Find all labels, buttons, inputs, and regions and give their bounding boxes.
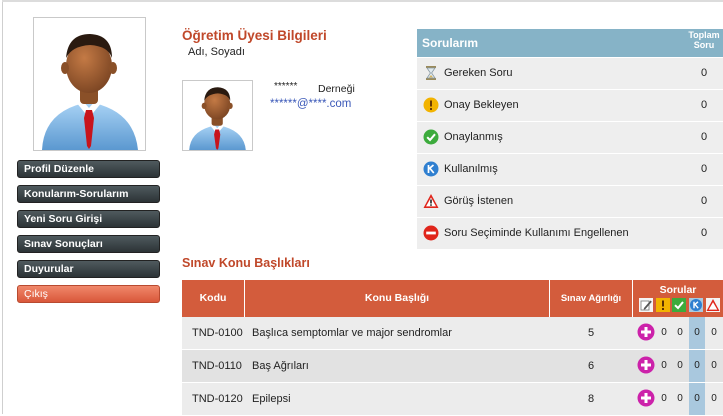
question-status-row[interactable]: Görüş İstenen 0 [417,185,723,217]
menu-item-profile-edit[interactable]: Profil Düzenle [17,160,160,178]
questions-panel-header: Sorularım Toplam Soru [417,29,723,57]
status-count: 0 [700,99,708,111]
table-row[interactable]: TND-0100 Başlıca semptomlar ve major sen… [182,317,723,350]
status-label: Onay Bekleyen [444,99,519,111]
topic-title: Başlıca semptomlar ve major sendromlar [252,327,452,339]
warning-icon [706,298,720,312]
add-question-icon[interactable] [637,389,655,407]
topic-code: TND-0110 [192,360,242,372]
status-count: 0 [700,67,708,79]
status-count: 0 [700,131,708,143]
checkmark-icon [423,129,439,145]
topic-weight: 5 [587,327,595,339]
question-status-row[interactable]: Soru Seçiminde Kullanımı Engellenen 0 [417,217,723,249]
no-entry-icon [423,225,439,241]
teacher-info-title: Öğretim Üyesi Bilgileri [182,28,327,43]
status-label: Onaylanmış [444,131,503,143]
topic-code: TND-0120 [192,393,243,405]
teacher-email[interactable]: ******@****.com [270,98,351,110]
review-count: 0 [711,393,717,404]
question-status-row[interactable]: Kullanılmış 0 [417,153,723,185]
question-status-row[interactable]: Onay Bekleyen 0 [417,89,723,121]
checkmark-icon [672,298,686,312]
status-label: Gereken Soru [444,67,513,79]
status-count: 0 [700,163,708,175]
question-status-row[interactable]: Gereken Soru 0 [417,57,723,89]
review-count: 0 [711,327,717,338]
exam-topics-table: Kodu Konu Başlığı Sınav Ağırlığı Sorular [182,280,723,416]
menu-item-new-question[interactable]: Yeni Soru Girişi [17,210,160,228]
column-header-weight[interactable]: Sınav Ağırlığı [550,280,632,317]
teacher-name-label: Adı, Soyadı [188,46,245,58]
profile-avatar-small [182,80,253,151]
pending-count: 0 [661,393,667,404]
used-count: 0 [694,360,700,371]
questions-panel-title: Sorularım [422,36,479,50]
warning-icon [423,194,439,208]
topic-title: Baş Ağrıları [252,360,309,372]
hourglass-icon [426,66,436,80]
column-header-topic[interactable]: Konu Başlığı [245,280,549,317]
edit-note-icon [639,298,653,312]
approved-count: 0 [677,360,683,371]
approved-count: 0 [677,393,683,404]
sidebar-menu: Profil Düzenle Konularım-Sorularım Yeni … [17,160,160,310]
frame-border-left [2,0,3,414]
column-header-code[interactable]: Kodu [182,280,244,317]
add-question-icon[interactable] [637,323,655,341]
status-count: 0 [700,195,708,207]
add-question-icon[interactable] [637,356,655,374]
menu-item-announcements[interactable]: Duyurular [17,260,160,278]
used-count: 0 [694,393,700,404]
total-questions-header: Toplam Soru [688,30,720,50]
frame-border-top [2,0,723,2]
status-label: Kullanılmış [444,163,498,175]
status-label: Soru Seçiminde Kullanımı Engellenen [444,227,629,239]
status-label: Görüş İstenen [444,195,514,207]
teacher-name-value: ****** [274,81,298,92]
pending-count: 0 [661,360,667,371]
topic-weight: 6 [587,360,595,372]
pending-count: 0 [661,327,667,338]
review-count: 0 [711,360,717,371]
used-count: 0 [694,327,700,338]
k-badge-icon [689,298,703,312]
table-row[interactable]: TND-0120 Epilepsi 8 0 0 0 0 [182,383,723,416]
logout-button[interactable]: Çıkış [17,285,160,303]
topic-weight: 8 [587,393,595,405]
status-count: 0 [700,227,708,239]
exclamation-icon [656,298,670,312]
table-row[interactable]: TND-0110 Baş Ağrıları 6 0 0 0 0 [182,350,723,383]
teacher-association: Derneği [318,83,355,95]
topic-code: TND-0100 [192,327,243,339]
question-status-row[interactable]: Onaylanmış 0 [417,121,723,153]
menu-item-topics-questions[interactable]: Konularım-Sorularım [17,185,160,203]
table-header: Kodu Konu Başlığı Sınav Ağırlığı Sorular [182,280,723,317]
questions-column-caption: Sorular [659,284,697,296]
k-badge-icon [423,161,439,177]
my-questions-panel: Sorularım Toplam Soru Gereken Soru 0 Onay… [417,29,723,249]
approved-count: 0 [677,327,683,338]
user-avatar-icon [42,34,138,150]
profile-avatar-large [33,17,146,151]
topic-title: Epilepsi [252,393,291,405]
menu-item-exam-results[interactable]: Sınav Sonuçları [17,235,160,253]
exam-topics-title: Sınav Konu Başlıkları [182,256,310,270]
exclamation-icon [423,97,439,113]
user-avatar-icon [189,87,246,150]
